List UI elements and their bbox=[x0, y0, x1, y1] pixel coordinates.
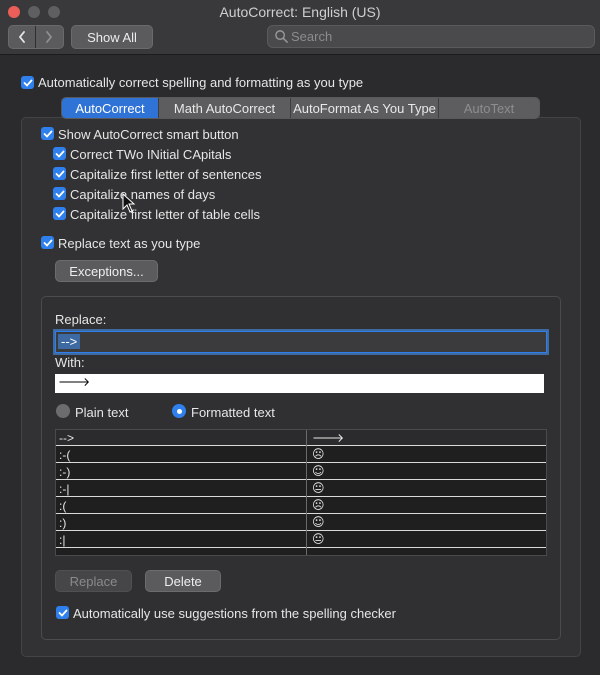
search-placeholder: Search bbox=[291, 29, 333, 44]
formatted-text-radio[interactable] bbox=[172, 404, 186, 418]
checkmark-icon bbox=[55, 210, 64, 218]
first-letter-label: Capitalize first letter of sentences bbox=[70, 167, 262, 182]
table-row[interactable]: :( ☹ bbox=[56, 498, 546, 514]
show-all-button[interactable]: Show All bbox=[71, 25, 153, 49]
with-label: With: bbox=[55, 355, 85, 370]
chevron-right-icon bbox=[46, 31, 53, 43]
spelling-suggestions-checkbox[interactable] bbox=[56, 606, 69, 619]
checkmark-icon bbox=[23, 79, 32, 87]
forward-button[interactable] bbox=[36, 26, 62, 48]
two-initial-label: Correct TWo INitial CApitals bbox=[70, 147, 232, 162]
replace-text-checkbox[interactable] bbox=[41, 236, 54, 249]
tab-autotext[interactable]: AutoText bbox=[439, 98, 539, 118]
table-row[interactable]: :-| 😐 bbox=[56, 481, 546, 497]
with-input[interactable]: 🡒 bbox=[55, 374, 544, 393]
table-cells-checkbox[interactable] bbox=[53, 207, 66, 220]
tab-bar: AutoCorrect Math AutoCorrect AutoFormat … bbox=[61, 97, 540, 119]
replace-button[interactable]: Replace bbox=[55, 570, 132, 592]
table-cell-with: 😐 bbox=[312, 532, 325, 546]
replace-input[interactable]: --> bbox=[55, 331, 547, 353]
table-cell-with: 😐 bbox=[312, 481, 325, 495]
first-letter-checkbox[interactable] bbox=[53, 167, 66, 180]
table-cell-with: ☹ bbox=[312, 498, 325, 512]
table-row[interactable]: :) ☺ bbox=[56, 515, 546, 531]
tab-autocorrect[interactable]: AutoCorrect bbox=[62, 98, 159, 118]
plain-text-label: Plain text bbox=[75, 405, 129, 420]
chevron-left-icon bbox=[18, 31, 25, 43]
replace-input-value: --> bbox=[58, 334, 81, 349]
table-row[interactable]: :-) ☺ bbox=[56, 464, 546, 480]
table-cell-replace: --> bbox=[59, 431, 74, 445]
table-cell-replace: :| bbox=[59, 533, 66, 547]
search-field[interactable]: Search bbox=[267, 25, 595, 48]
table-cell-replace: :( bbox=[59, 499, 67, 513]
checkmark-icon bbox=[58, 609, 67, 617]
with-input-value: 🡒 bbox=[58, 375, 91, 389]
table-cells-label: Capitalize first letter of table cells bbox=[70, 207, 261, 222]
tab-math-autocorrect[interactable]: Math AutoCorrect bbox=[159, 98, 291, 118]
auto-correct-checkbox[interactable] bbox=[21, 76, 34, 89]
auto-correct-label: Automatically correct spelling and forma… bbox=[38, 75, 364, 90]
replace-label: Replace: bbox=[55, 312, 107, 327]
autocorrect-table[interactable]: --> 🡒 :-( ☹ :-) ☺ :-| 😐 :( ☹ :) ☺ :| 😐 bbox=[55, 429, 547, 556]
spelling-suggestions-label: Automatically use suggestions from the s… bbox=[73, 606, 396, 621]
checkmark-icon bbox=[43, 130, 52, 138]
table-cell-with: 🡒 bbox=[312, 431, 345, 445]
table-cell-with: ☺ bbox=[312, 515, 325, 529]
plain-text-radio[interactable] bbox=[56, 404, 70, 418]
exceptions-button[interactable]: Exceptions... bbox=[55, 260, 158, 282]
checkmark-icon bbox=[55, 150, 64, 158]
table-row[interactable]: :-( ☹ bbox=[56, 447, 546, 463]
smart-button-label: Show AutoCorrect smart button bbox=[58, 127, 239, 142]
formatted-text-label: Formatted text bbox=[191, 405, 275, 420]
search-icon bbox=[275, 30, 288, 43]
names-days-checkbox[interactable] bbox=[53, 187, 66, 200]
table-cell-with: ☹ bbox=[312, 447, 325, 461]
delete-button[interactable]: Delete bbox=[145, 570, 221, 592]
smart-button-checkbox[interactable] bbox=[41, 127, 54, 140]
table-cell-replace: :) bbox=[59, 516, 67, 530]
back-button[interactable] bbox=[9, 26, 36, 48]
table-cell-with: ☺ bbox=[312, 464, 325, 478]
table-cell-replace: :-) bbox=[59, 465, 71, 479]
table-cell-replace: :-| bbox=[59, 482, 70, 496]
window-title: AutoCorrect: English (US) bbox=[219, 4, 381, 20]
names-days-label: Capitalize names of days bbox=[70, 187, 216, 202]
checkmark-icon bbox=[55, 190, 64, 198]
two-initial-checkbox[interactable] bbox=[53, 147, 66, 160]
checkmark-icon bbox=[55, 170, 64, 178]
table-cell-replace: :-( bbox=[59, 448, 71, 462]
tab-autoformat[interactable]: AutoFormat As You Type bbox=[291, 98, 439, 118]
table-row[interactable]: --> 🡒 bbox=[56, 430, 546, 446]
column-divider[interactable] bbox=[306, 430, 307, 555]
replace-text-label: Replace text as you type bbox=[58, 236, 201, 251]
checkmark-icon bbox=[43, 239, 52, 247]
nav-buttons bbox=[8, 25, 64, 49]
mouse-pointer-icon bbox=[122, 193, 136, 213]
table-row[interactable]: :| 😐 bbox=[56, 532, 546, 548]
